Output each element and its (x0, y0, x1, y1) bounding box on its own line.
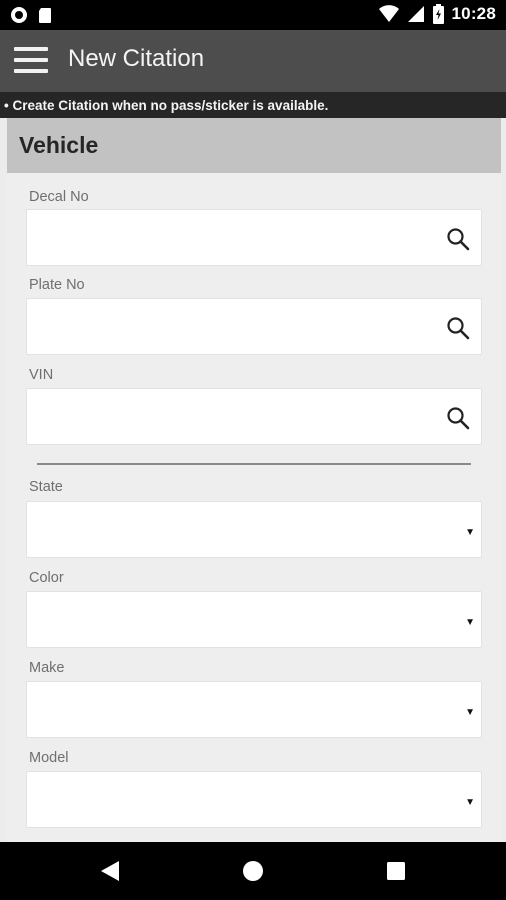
vin-input[interactable] (26, 388, 482, 445)
state-label: State (29, 479, 63, 495)
clock: 10:28 (451, 4, 496, 23)
status-bar: 10:28 (0, 0, 506, 30)
model-group: Model ▼ (26, 738, 482, 828)
section-header-vehicle: Vehicle (7, 118, 501, 173)
decal-no-group: Decal No (26, 173, 482, 266)
color-select[interactable]: ▼ (26, 591, 482, 648)
divider-wrap (26, 445, 482, 466)
vin-group: VIN (26, 356, 482, 445)
back-icon[interactable] (100, 860, 120, 882)
navigation-bar (0, 842, 506, 900)
state-select[interactable]: ▼ (26, 501, 482, 558)
dropdown-caret-icon: ▼ (465, 707, 475, 718)
color-group: Color ▼ (26, 558, 482, 648)
search-icon[interactable] (446, 316, 470, 340)
model-label: Model (29, 750, 69, 766)
plate-no-input[interactable] (26, 298, 482, 355)
decal-no-label: Decal No (29, 189, 89, 205)
divider (37, 463, 471, 465)
plate-no-label: Plate No (29, 277, 85, 293)
app-bar: New Citation (0, 30, 506, 92)
dropdown-caret-icon: ▼ (465, 527, 475, 538)
search-icon[interactable] (446, 227, 470, 251)
color-label: Color (29, 570, 64, 586)
make-label: Make (29, 660, 65, 676)
state-group: State ▼ (26, 466, 482, 558)
make-group: Make ▼ (26, 648, 482, 738)
dropdown-caret-icon: ▼ (465, 617, 475, 628)
record-icon (11, 7, 27, 23)
vehicle-form: Decal No Plate No VIN State ▼ Color ▼ Ma… (7, 173, 501, 842)
recents-icon[interactable] (386, 861, 406, 881)
main-content: Vehicle Decal No Plate No VIN State ▼ Co… (7, 118, 501, 842)
signal-icon (407, 6, 424, 22)
wifi-icon (378, 5, 399, 22)
battery-icon (432, 4, 444, 24)
vin-label: VIN (29, 367, 54, 383)
sd-card-icon (39, 8, 51, 23)
model-select[interactable]: ▼ (26, 771, 482, 828)
search-icon[interactable] (446, 406, 470, 430)
decal-no-input[interactable] (26, 209, 482, 266)
dropdown-caret-icon: ▼ (465, 797, 475, 808)
hamburger-menu-icon[interactable] (12, 46, 50, 76)
plate-no-group: Plate No (26, 265, 482, 356)
make-select[interactable]: ▼ (26, 681, 482, 738)
page-title: New Citation (68, 45, 205, 72)
notice-banner: • Create Citation when no pass/sticker i… (0, 92, 506, 118)
home-icon[interactable] (242, 860, 264, 882)
